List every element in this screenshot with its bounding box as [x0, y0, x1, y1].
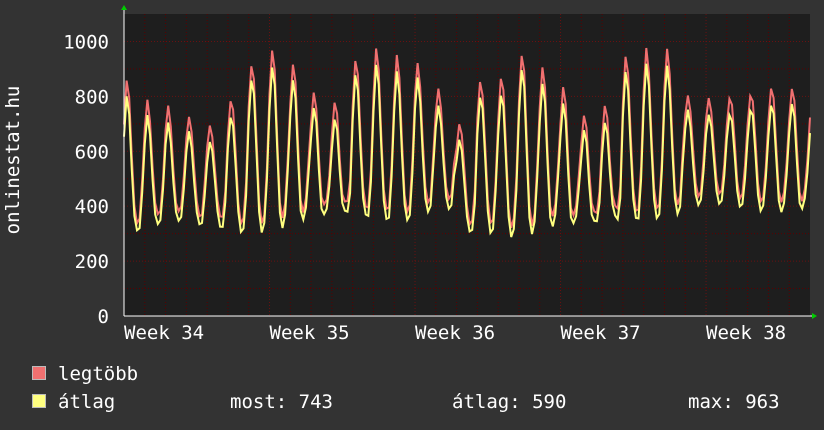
y-axis-arrow — [121, 5, 127, 10]
legend-label-legtobb: legtöbb — [58, 363, 139, 385]
x-axis-arrow — [812, 313, 817, 319]
y-tick-label: 0 — [98, 306, 109, 328]
stat-most: most: 743 — [230, 391, 333, 413]
y-tick-label: 400 — [75, 196, 109, 218]
legend-label-atlag: átlag — [58, 391, 116, 413]
y-tick-label: 200 — [75, 251, 109, 273]
legend-swatch-atlag — [32, 394, 46, 408]
y-tick-label: 800 — [75, 86, 109, 108]
x-tick-label: Week 34 — [124, 322, 204, 344]
y-axis-label: onlinestat.hu — [2, 86, 24, 235]
legend-swatch-legtobb — [32, 366, 46, 380]
chart: 0 200 400 600 800 1000 Week 34 Week 35 Week 36 We… — [2, 5, 817, 344]
y-tick-label: 600 — [75, 141, 109, 163]
stat-max: max: 963 — [688, 391, 780, 413]
x-tick-label: Week 35 — [270, 322, 350, 344]
x-tick-label: Week 37 — [561, 322, 641, 344]
x-tick-label: Week 36 — [415, 322, 495, 344]
legend-atlag: átlag most: 743 átlag: 590 max: 963 — [32, 392, 812, 412]
y-tick-label: 1000 — [63, 31, 109, 53]
x-tick-label: Week 38 — [706, 322, 786, 344]
stat-atlag: átlag: 590 — [452, 391, 567, 413]
